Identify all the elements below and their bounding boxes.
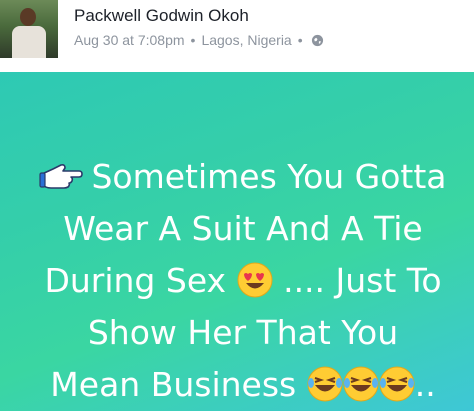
pointing-hand-icon [39,164,84,189]
post-line-4: Show Her That You [87,313,399,352]
globe-icon[interactable] [311,34,324,47]
post-header: Packwell Godwin Okoh Aug 30 at 7:08pm • … [0,0,474,72]
post-line-3: During Sex .... Just To [44,261,442,300]
post-background: Sometimes You Gotta Wear A Suit And A Ti… [0,72,474,411]
post-time[interactable]: Aug 30 at 7:08pm [74,32,185,48]
laughing-tears-emoji [343,366,379,402]
author-name[interactable]: Packwell Godwin Okoh [74,6,249,26]
post-location[interactable]: Lagos, Nigeria [201,32,291,48]
post-text: Sometimes You Gotta Wear A Suit And A Ti… [16,151,470,411]
avatar[interactable] [0,0,58,58]
post-meta: Aug 30 at 7:08pm • Lagos, Nigeria • [74,32,324,48]
post-line-5: Mean Business .. [50,365,436,404]
heart-eyes-emoji [237,262,273,298]
laughing-tears-emoji [379,366,415,402]
post-line-1: Sometimes You Gotta [16,151,470,203]
laughing-tears-emoji [307,366,343,402]
post-line-2: Wear A Suit And A Tie [63,209,423,248]
